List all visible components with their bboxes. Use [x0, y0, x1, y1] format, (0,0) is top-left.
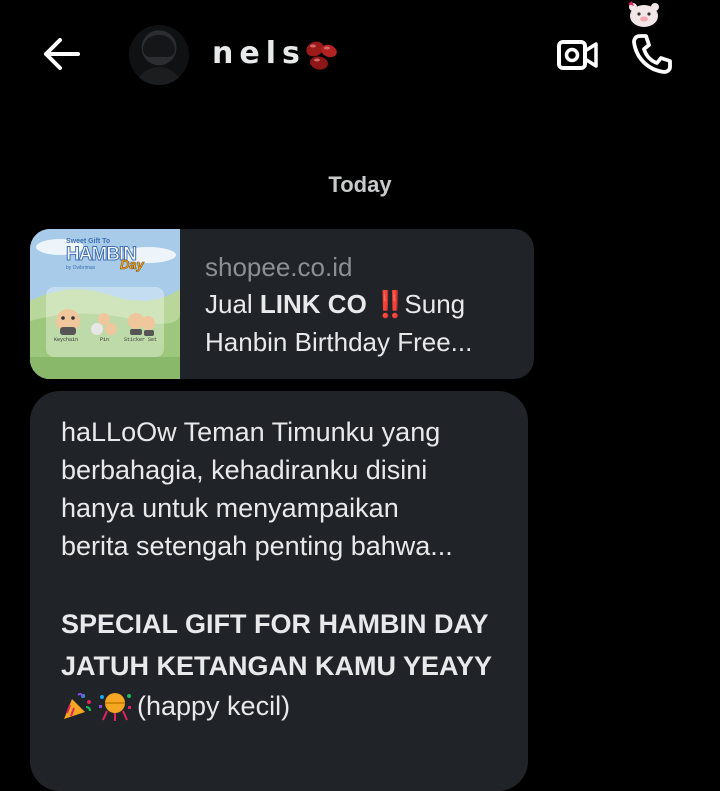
party-popper-icon: [64, 692, 91, 719]
link-domain: shopee.co.id: [205, 252, 353, 282]
link-title-prefix: Jual: [205, 289, 260, 319]
double-exclamation-icon: ‼️: [374, 289, 406, 319]
arrow-left-icon: [44, 38, 80, 70]
link-title-bold: LINK CO: [259, 289, 367, 319]
message-line: berbahagia, kehadiranku disini: [61, 455, 428, 485]
confetti-icon: [99, 693, 131, 721]
chat-header: nels: [0, 0, 720, 110]
thumbnail-label-pin: Pin: [100, 337, 110, 343]
beans-icon: [306, 41, 337, 70]
link-thumbnail: Sweet Gift To HAMBIN Day by Ovibrimas Ke…: [30, 229, 180, 379]
voice-call-button[interactable]: [630, 32, 674, 74]
pig-sticker-icon: [628, 1, 659, 27]
thumbnail-title-day: Day: [120, 257, 144, 273]
message-text: haLLoOw Teman Timunku yang berbahagia, k…: [61, 413, 521, 725]
video-call-button[interactable]: [556, 38, 600, 72]
link-title-rest: Sung: [404, 289, 466, 319]
contact-name[interactable]: nels: [212, 36, 306, 71]
thumbnail-byline: by Ovibrimas: [66, 265, 96, 271]
thumbnail-label-keychain: Keychain: [54, 337, 79, 343]
message-trailing-text: (happy kecil): [137, 691, 291, 721]
phone-icon: [632, 34, 672, 74]
message-bubble[interactable]: haLLoOw Teman Timunku yang berbahagia, k…: [30, 391, 528, 791]
message-bold-line: JATUH KETANGAN KAMU YEAYY: [61, 651, 493, 681]
message-line: hanya untuk menyampaikan: [61, 493, 399, 523]
message-emoji-row: (happy kecil): [61, 687, 521, 725]
message-bold-line: SPECIAL GIFT FOR HAMBIN DAY: [61, 609, 489, 639]
link-title: Jual LINK CO ‼️Sung: [205, 285, 515, 323]
link-text: shopee.co.id Jual LINK CO ‼️Sung Hanbin …: [205, 249, 515, 361]
link-title-line2: Hanbin Birthday Free...: [205, 327, 473, 357]
video-camera-icon: [557, 40, 598, 70]
message-line: berita setengah penting bahwa...: [61, 531, 453, 561]
link-preview-card[interactable]: Sweet Gift To HAMBIN Day by Ovibrimas Ke…: [30, 229, 534, 379]
avatar[interactable]: [129, 25, 189, 85]
back-button[interactable]: [38, 34, 84, 74]
thumbnail-label-sticker-set: Sticker Set: [124, 337, 158, 343]
message-line: haLLoOw Teman Timunku yang: [61, 417, 441, 447]
date-separator: Today: [328, 172, 392, 197]
